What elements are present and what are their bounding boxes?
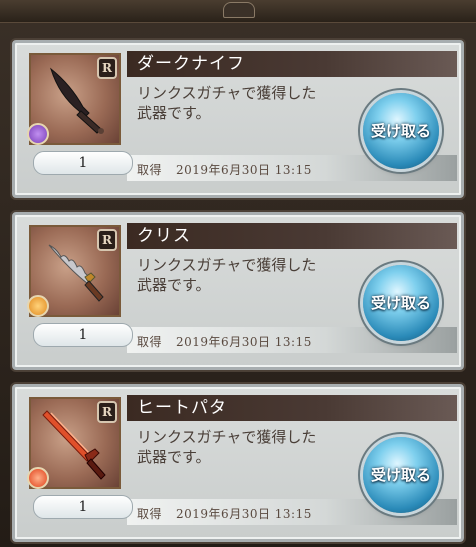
receive-button[interactable]: 受け取る	[363, 265, 439, 341]
rarity-badge: R	[97, 229, 117, 251]
description-line: リンクスガチャで獲得した	[137, 256, 317, 274]
acquired-info: 取得 2019年6月30日 13:15	[137, 505, 312, 522]
fire-element-icon	[27, 467, 49, 489]
acquired-info: 取得 2019年6月30日 13:15	[137, 161, 312, 178]
acquired-date: 2019年6月30日 13:15	[176, 507, 312, 521]
item-description: リンクスガチャで獲得した 武器です。	[137, 427, 367, 467]
description-line: 武器です。	[137, 276, 211, 294]
earth-element-icon	[27, 295, 49, 317]
item-name: ダークナイフ	[137, 54, 245, 74]
item-name: ヒートパタ	[137, 398, 227, 418]
acquired-label: 取得	[137, 163, 163, 177]
acquired-label: 取得	[137, 507, 163, 521]
description-line: 武器です。	[137, 104, 211, 122]
description-line: リンクスガチャで獲得した	[137, 84, 317, 102]
item-card: R ヒートパタ リンクスガチャで獲得した 武器です。 1 取得 2019年6月30…	[12, 384, 464, 542]
dark-element-icon	[27, 123, 49, 145]
description-line: 武器です。	[137, 448, 211, 466]
item-description: リンクスガチャで獲得した 武器です。	[137, 83, 367, 123]
item-count: 1	[33, 151, 133, 175]
acquired-info: 取得 2019年6月30日 13:15	[137, 333, 312, 350]
acquired-label: 取得	[137, 335, 163, 349]
top-ornament	[0, 0, 476, 23]
item-card: R ダークナイフ リンクスガチャで獲得した 武器です。 1 取得 2019年6月3…	[12, 40, 464, 198]
ornament-crest-icon	[223, 2, 255, 18]
item-count: 1	[33, 495, 133, 519]
item-card: R クリス リンクスガチャで獲得した 武器です。 1 取得 2019年6月30日 …	[12, 212, 464, 370]
item-count: 1	[33, 323, 133, 347]
acquired-date: 2019年6月30日 13:15	[176, 163, 312, 177]
receive-button[interactable]: 受け取る	[363, 437, 439, 513]
description-line: リンクスガチャで獲得した	[137, 428, 317, 446]
item-name: クリス	[137, 226, 191, 246]
acquired-date: 2019年6月30日 13:15	[176, 335, 312, 349]
rarity-badge: R	[97, 57, 117, 79]
item-description: リンクスガチャで獲得した 武器です。	[137, 255, 367, 295]
rarity-badge: R	[97, 401, 117, 423]
receive-button[interactable]: 受け取る	[363, 93, 439, 169]
